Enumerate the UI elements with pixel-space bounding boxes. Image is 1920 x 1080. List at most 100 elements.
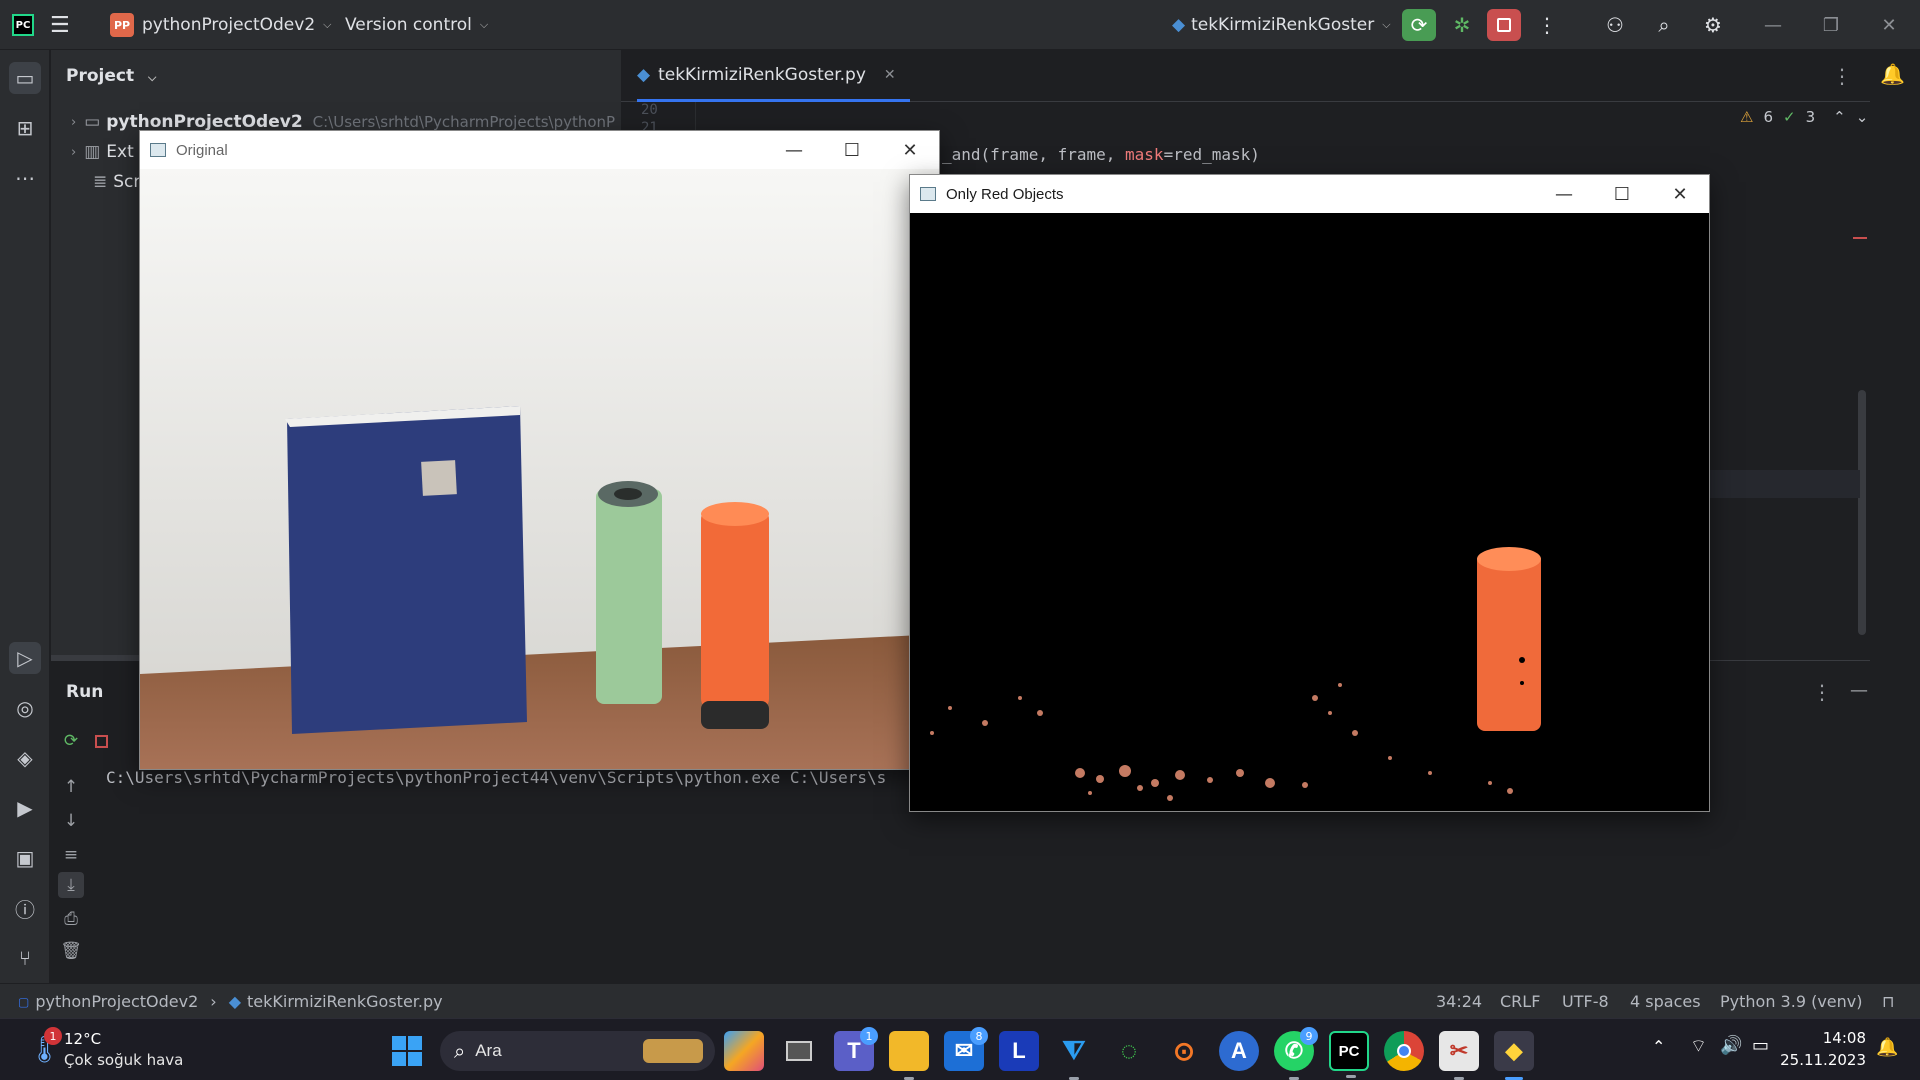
windows-taskbar: 🌡 1 12°C Çok soğuk hava ⌕ Ara T1 ✉ 8 L ⧨ … (0, 1018, 1920, 1080)
python-icon: ◆ (1172, 15, 1186, 35)
lock-icon[interactable]: ⊓ (1882, 984, 1894, 1019)
chevron-up-icon[interactable]: ⌃ (1652, 1037, 1665, 1056)
run-tool-icon[interactable]: ▷ (9, 642, 41, 674)
settings-gear-icon[interactable]: ⚙ (1696, 9, 1730, 41)
soft-wrap-icon[interactable]: ≡ (58, 842, 84, 868)
rerun-button[interactable]: ⟳ (1402, 9, 1436, 41)
pycharm-icon[interactable]: PC (1329, 1031, 1369, 1078)
stop-run-icon[interactable] (88, 728, 114, 754)
line-separator[interactable]: CRLF (1500, 984, 1540, 1019)
services-icon[interactable]: ▶ (9, 792, 41, 824)
project-folder-icon[interactable]: ▭ (9, 62, 41, 94)
task-view-icon[interactable] (779, 1031, 819, 1071)
python-interpreter[interactable]: Python 3.9 (venv) (1720, 984, 1862, 1019)
file-explorer-icon[interactable] (889, 1031, 929, 1080)
editor-tab-bar: ◆ tekKirmiziRenkGoster.py ✕ ⋮ (621, 50, 1870, 102)
battery-icon[interactable]: ▭ (1752, 1035, 1769, 1056)
print-icon[interactable]: ⎙ (58, 906, 84, 932)
code-with-me-icon[interactable]: ⚇ (1598, 9, 1632, 41)
snipping-tool-icon[interactable]: ✂ (1439, 1031, 1479, 1080)
chevron-down-icon: ⌵ (323, 18, 332, 31)
code-line[interactable]: _and(frame, frame, mask=red_mask) (942, 145, 1260, 164)
maximize-icon[interactable]: ☐ (823, 131, 881, 169)
clock-time[interactable]: 14:08 (1794, 1029, 1866, 1047)
editor-scrollbar[interactable] (1858, 390, 1866, 635)
scroll-down-icon[interactable]: ↓ (58, 808, 84, 834)
whatsapp-icon[interactable]: ✆ 9 (1274, 1027, 1318, 1080)
close-icon[interactable]: ✕ (881, 131, 939, 169)
clock-date[interactable]: 25.11.2023 (1770, 1051, 1866, 1069)
more-tools-icon[interactable]: ⋯ (9, 162, 41, 194)
arc-app-icon[interactable]: A (1219, 1031, 1259, 1071)
git-icon[interactable]: ⑂ (9, 942, 41, 974)
weather-desc[interactable]: Çok soğuk hava (64, 1051, 183, 1069)
breadcrumb-project[interactable]: pythonProjectOdev2 (35, 992, 198, 1011)
caret-position[interactable]: 34:24 (1436, 984, 1482, 1019)
webcam-image (140, 169, 939, 769)
terminal-icon[interactable]: ▣ (9, 842, 41, 874)
red-objects-window-titlebar[interactable]: Only Red Objects — ☐ ✕ (910, 175, 1709, 213)
minimize-icon[interactable]: — (765, 131, 823, 169)
minimize-icon[interactable]: — (1750, 0, 1796, 50)
python-console-icon[interactable]: ◎ (9, 692, 41, 724)
scroll-up-icon[interactable]: ↑ (58, 774, 84, 800)
error-stripe-marker[interactable] (1853, 237, 1867, 239)
original-window-titlebar[interactable]: Original — ☐ ✕ (140, 131, 939, 169)
copilot-icon[interactable] (724, 1031, 764, 1071)
more-actions-icon[interactable]: ⋮ (1530, 9, 1564, 41)
l-app-icon[interactable]: L (999, 1031, 1039, 1071)
close-icon[interactable]: ✕ (1651, 175, 1709, 213)
problems-icon[interactable]: ⓘ (9, 892, 41, 924)
mail-icon[interactable]: ✉ 8 (944, 1027, 988, 1071)
run-config-selector[interactable]: ◆ tekKirmiziRenkGoster ⌵ (1172, 0, 1391, 50)
debug-icon[interactable]: ✲ (1445, 9, 1479, 41)
jupyter-icon[interactable]: ⊙ (1164, 1031, 1204, 1071)
close-tab-icon[interactable]: ✕ (884, 67, 896, 83)
chevron-down-icon[interactable]: ⌄ (1856, 108, 1869, 126)
project-selector[interactable]: PP pythonProjectOdev2 ⌵ (110, 0, 331, 50)
structure-icon[interactable]: ⊞ (9, 112, 41, 144)
layers-icon[interactable]: ◈ (9, 742, 41, 774)
tab-options-icon[interactable]: ⋮ (1832, 64, 1852, 88)
weather-temp[interactable]: 12°C (64, 1030, 101, 1048)
windows-start-icon[interactable] (387, 1031, 427, 1071)
original-window-title: Original (176, 141, 228, 159)
vscode-icon[interactable]: ⧨ (1054, 1031, 1094, 1080)
run-panel-header[interactable]: Run (51, 666, 103, 718)
hide-panel-icon[interactable]: — (1850, 680, 1868, 701)
editor-tab[interactable]: ◆ tekKirmiziRenkGoster.py ✕ (637, 50, 910, 102)
main-menu-icon[interactable]: ☰ (50, 0, 70, 50)
teams-icon[interactable]: T1 (834, 1027, 878, 1071)
volume-icon[interactable]: 🔊 (1720, 1035, 1742, 1056)
wifi-icon[interactable]: ⌔ (1690, 1035, 1707, 1058)
indent-setting[interactable]: 4 spaces (1630, 984, 1701, 1019)
vcs-menu[interactable]: Version control ⌵ (345, 0, 488, 50)
tree-item-scratches[interactable]: ≣ Scr (71, 170, 140, 194)
stop-button[interactable] (1487, 9, 1521, 41)
file-encoding[interactable]: UTF-8 (1562, 984, 1609, 1019)
minimize-icon[interactable]: — (1535, 175, 1593, 213)
tree-item-external-libs[interactable]: › ▥ Ext (71, 140, 134, 164)
maximize-icon[interactable]: ☐ (1593, 175, 1651, 213)
scroll-to-end-icon[interactable]: ⤓ (58, 872, 84, 898)
rerun-icon[interactable]: ⟳ (58, 728, 84, 754)
python-icon[interactable]: ◆ (1494, 1031, 1534, 1080)
ide-notifications-icon[interactable]: 🔔 (1880, 62, 1905, 86)
chevron-up-icon[interactable]: ⌃ (1833, 108, 1846, 126)
trash-icon[interactable]: 🗑 (58, 938, 84, 964)
pycharm-logo-icon[interactable]: PC (12, 0, 34, 50)
red-objects-window[interactable]: Only Red Objects — ☐ ✕ (909, 174, 1710, 812)
search-box[interactable]: ⌕ Ara (440, 1031, 715, 1071)
breadcrumb-file[interactable]: tekKirmiziRenkGoster.py (247, 992, 443, 1011)
project-panel-header[interactable]: Project ⌵ (66, 66, 156, 86)
restore-icon[interactable]: ❐ (1808, 0, 1854, 50)
inspection-widget[interactable]: ⚠ 6 ✓ 3 ⌃ ⌄ (1740, 108, 1868, 126)
run-options-icon[interactable]: ⋮ (1812, 680, 1832, 704)
notification-bell-icon[interactable]: 🔔 (1876, 1037, 1898, 1058)
original-window[interactable]: Original — ☐ ✕ (139, 130, 940, 770)
chrome-icon[interactable] (1384, 1031, 1424, 1071)
weather-widget[interactable]: 🌡 1 (22, 1027, 62, 1073)
circle-app-icon[interactable]: ◌ (1109, 1031, 1149, 1071)
close-icon[interactable]: ✕ (1866, 0, 1912, 50)
search-icon[interactable]: ⌕ (1647, 9, 1681, 41)
